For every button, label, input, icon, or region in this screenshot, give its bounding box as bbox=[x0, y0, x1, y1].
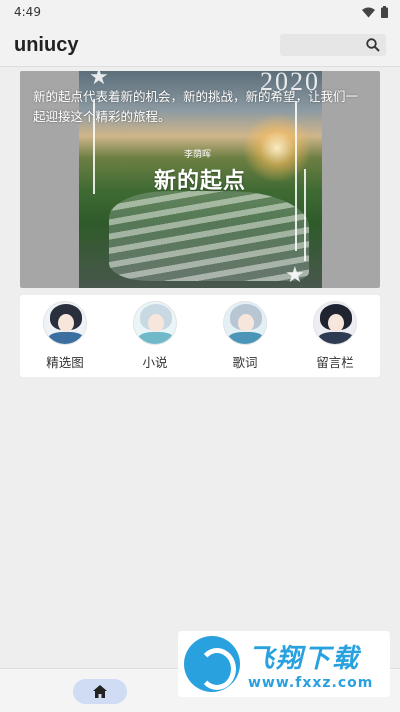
quick-item-novel[interactable]: 小说 bbox=[120, 301, 190, 377]
watermark-logo: 飞翔下载 www.fxxz.com bbox=[178, 631, 390, 697]
app-title: uniucy bbox=[14, 33, 79, 56]
novel-avatar-icon[interactable] bbox=[133, 301, 177, 345]
quick-item-lyrics[interactable]: 歌词 bbox=[210, 301, 280, 377]
nav-home-button[interactable] bbox=[73, 679, 127, 704]
waterfall-graphic bbox=[109, 191, 309, 281]
star-icon: ★ bbox=[285, 263, 305, 288]
status-bar: 4:49 bbox=[0, 0, 400, 24]
image-stamp: 李荫晖 bbox=[184, 150, 212, 160]
battery-icon bbox=[381, 6, 388, 18]
banner-carousel[interactable]: ★ ★ 2020 李荫晖 新的起点 新的起点代表着新的机会，新的挑战，新的希望，… bbox=[20, 71, 380, 288]
app-bar-divider bbox=[0, 66, 400, 67]
watermark-text: 飞翔下载 www.fxxz.com bbox=[248, 638, 373, 691]
app-bar: uniucy bbox=[0, 24, 400, 66]
search-icon[interactable] bbox=[366, 38, 380, 52]
home-icon[interactable] bbox=[93, 685, 107, 698]
status-icons bbox=[362, 6, 388, 18]
watermark-brand: 飞翔下载 bbox=[248, 643, 361, 674]
lyrics-avatar-icon[interactable] bbox=[223, 301, 267, 345]
search-input[interactable] bbox=[280, 34, 386, 56]
quick-item-guestbook[interactable]: 留言栏 bbox=[300, 301, 370, 377]
watermark-logo-icon bbox=[184, 636, 240, 692]
featured-avatar-icon[interactable] bbox=[43, 301, 87, 345]
banner-caption: 新的起点代表着新的机会，新的挑战，新的希望，让我们一起迎接这个精彩的旅程。 bbox=[33, 89, 359, 124]
quick-item-label: 歌词 bbox=[232, 355, 258, 370]
quick-item-label: 精选图 bbox=[46, 355, 84, 370]
image-heading: 新的起点 bbox=[154, 168, 247, 194]
quick-item-label: 留言栏 bbox=[316, 355, 354, 370]
quick-item-featured[interactable]: 精选图 bbox=[30, 301, 100, 377]
quick-menu: 精选图 小说 歌词 留言栏 bbox=[20, 295, 380, 377]
status-time: 4:49 bbox=[14, 5, 41, 19]
wifi-icon bbox=[362, 7, 375, 17]
guestbook-avatar-icon[interactable] bbox=[313, 301, 357, 345]
watermark-url: www.fxxz.com bbox=[248, 674, 374, 691]
quick-item-label: 小说 bbox=[142, 355, 168, 370]
decor-line bbox=[304, 169, 306, 261]
